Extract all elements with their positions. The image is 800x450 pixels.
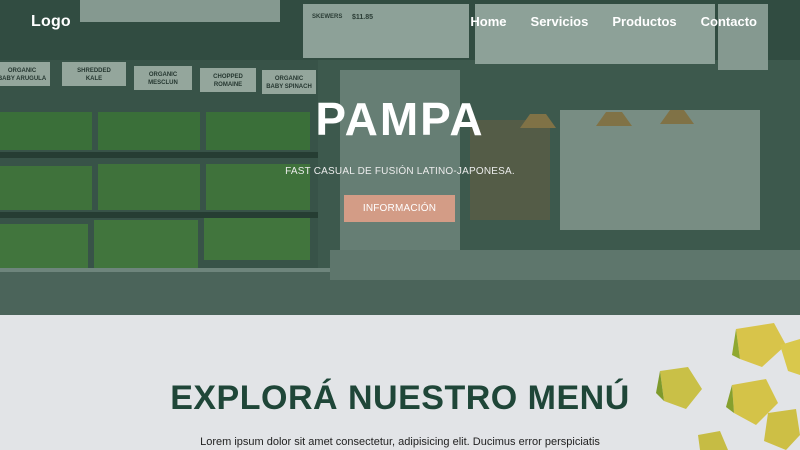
hero-section: SKEWERS $11.85 ORGANIC BABY ARUGULA SHRED… <box>0 0 800 315</box>
hero-overlay <box>0 0 800 315</box>
nav-link-productos[interactable]: Productos <box>612 14 676 29</box>
top-navigation: Logo Home Servicios Productos Contacto <box>0 0 800 44</box>
avocado-cubes-image <box>656 323 800 450</box>
nav-links: Home Servicios Productos Contacto <box>470 14 757 29</box>
nav-link-servicios[interactable]: Servicios <box>531 14 589 29</box>
hero-title: PAMPA <box>315 93 485 145</box>
menu-section: EXPLORÁ NUESTRO MENÚ Lorem ipsum dolor s… <box>0 315 800 450</box>
hero-subtitle: FAST CASUAL DE FUSIÓN LATINO-JAPONESA. <box>285 166 515 177</box>
nav-link-contacto[interactable]: Contacto <box>701 14 757 29</box>
site-logo[interactable]: Logo <box>31 13 71 31</box>
nav-link-home[interactable]: Home <box>470 14 506 29</box>
info-button[interactable]: INFORMACIÓN <box>344 195 455 222</box>
